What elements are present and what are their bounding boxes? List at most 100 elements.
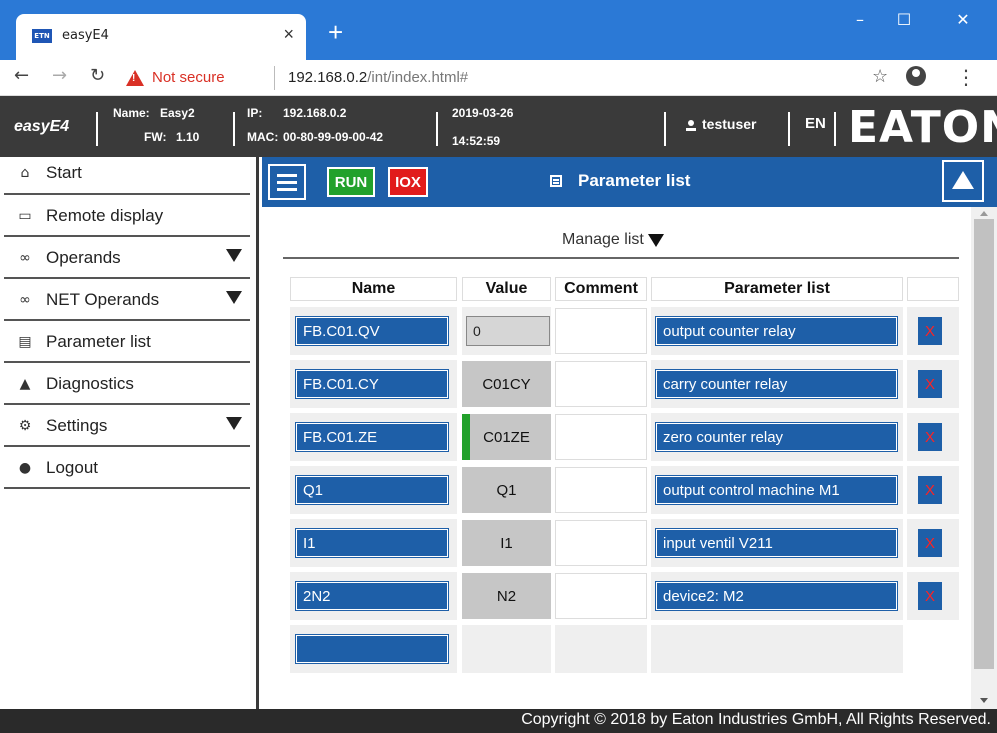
comment-cell <box>555 625 647 673</box>
sidebar-item-start[interactable]: ⌂ Start <box>0 157 256 195</box>
sidebar-item-remote-display[interactable]: ▭ Remote display <box>0 195 256 237</box>
sidebar: ⌂ Start ▭ Remote display ∞ Operands ∞ NE… <box>0 157 259 709</box>
maximize-icon[interactable]: ☐ <box>882 4 926 34</box>
url-host: 192.168.0.2 <box>288 69 368 86</box>
sidebar-item-net-operands[interactable]: ∞ NET Operands <box>0 279 256 321</box>
triangle-down-icon <box>647 233 664 247</box>
sidebar-item-label: Start <box>46 163 82 182</box>
firmware-label: FW: <box>144 130 167 144</box>
name-field[interactable]: 2N2 <box>295 581 449 611</box>
parameter-field[interactable]: zero counter relay <box>655 422 898 452</box>
value-cell: C01CY <box>462 361 551 407</box>
sidebar-item-parameter-list[interactable]: ▤ Parameter list <box>0 321 256 363</box>
name-field[interactable]: FB.C01.CY <box>295 369 449 399</box>
profile-icon[interactable] <box>906 66 926 86</box>
monitor-icon: ▭ <box>18 208 32 224</box>
comment-cell[interactable] <box>555 361 647 407</box>
device-name-value: Easy2 <box>160 106 195 120</box>
parameter-field[interactable]: output counter relay <box>655 316 898 346</box>
scroll-down-icon[interactable] <box>980 698 988 703</box>
manage-list-dropdown[interactable]: Manage list <box>562 231 664 249</box>
minimize-icon[interactable]: – <box>838 4 882 34</box>
header-divider <box>96 112 98 146</box>
glasses-icon: ∞ <box>19 250 31 266</box>
value-input[interactable]: 0 <box>466 316 550 346</box>
header-divider <box>788 112 790 146</box>
mac-label: MAC: <box>247 130 279 144</box>
sidebar-item-operands[interactable]: ∞ Operands <box>0 237 256 279</box>
name-field[interactable]: FB.C01.QV <box>295 316 449 346</box>
column-header-parameter-list: Parameter list <box>651 277 903 301</box>
address-bar: ← → ↻ ! Not secure 192.168.0.2/int/index… <box>0 60 997 96</box>
header-divider <box>233 112 235 146</box>
comment-cell[interactable] <box>555 573 647 619</box>
parameter-field[interactable]: input ventil V211 <box>655 528 898 558</box>
name-field[interactable]: Q1 <box>295 475 449 505</box>
value-cell: I1 <box>462 520 551 566</box>
browser-tab[interactable]: ETN easyE4 × <box>16 14 306 60</box>
security-indicator[interactable]: ! Not secure <box>126 69 225 86</box>
comment-cell[interactable] <box>555 520 647 566</box>
glasses-icon: ∞ <box>19 292 31 308</box>
chevron-down-icon[interactable] <box>226 417 242 430</box>
scrollbar[interactable] <box>971 207 997 709</box>
tab-close-icon[interactable]: × <box>283 24 294 45</box>
ip-label: IP: <box>247 106 263 120</box>
delete-button[interactable]: X <box>918 582 942 610</box>
scroll-up-icon[interactable] <box>980 211 988 216</box>
chevron-down-icon[interactable] <box>226 249 242 262</box>
back-icon[interactable]: ← <box>14 65 29 86</box>
header-divider <box>664 112 666 146</box>
time-value: 14:52:59 <box>452 134 501 148</box>
sidebar-item-label: NET Operands <box>46 290 160 309</box>
column-header-comment: Comment <box>555 277 647 301</box>
ip-value: 192.168.0.2 <box>283 106 347 120</box>
manage-list-label: Manage list <box>562 231 644 248</box>
active-indicator <box>462 414 470 460</box>
delete-button[interactable]: X <box>918 317 942 345</box>
scroll-top-button[interactable] <box>942 160 984 202</box>
parameter-field[interactable]: device2: M2 <box>655 581 898 611</box>
language-selector[interactable]: EN <box>805 115 826 132</box>
main-content: RUN IOX Parameter list Manage list Name … <box>262 157 997 709</box>
sidebar-item-logout[interactable]: ● Logout <box>0 447 256 489</box>
run-button[interactable]: RUN <box>327 167 375 197</box>
sidebar-item-diagnostics[interactable]: ▲ Diagnostics <box>0 363 256 405</box>
list-icon: ▤ <box>18 334 32 350</box>
warning-icon: ▲ <box>19 376 31 392</box>
reload-icon[interactable]: ↻ <box>90 65 105 86</box>
scrollbar-thumb[interactable] <box>974 219 994 669</box>
delete-button[interactable]: X <box>918 529 942 557</box>
favicon-icon: ETN <box>32 29 52 43</box>
header-divider <box>834 112 836 146</box>
name-field[interactable]: FB.C01.ZE <box>295 422 449 452</box>
chevron-down-icon[interactable] <box>226 291 242 304</box>
comment-cell[interactable] <box>555 308 647 354</box>
url-field[interactable]: 192.168.0.2/int/index.html# <box>288 69 468 86</box>
browser-menu-icon[interactable]: ⋮ <box>956 65 976 89</box>
delete-button[interactable]: X <box>918 423 942 451</box>
window-close-icon[interactable]: ✕ <box>941 4 985 34</box>
copyright-text: Copyright © 2018 by Eaton Industries Gmb… <box>521 711 991 728</box>
username[interactable]: testuser <box>702 116 756 132</box>
sidebar-item-settings[interactable]: ⚙ Settings <box>0 405 256 447</box>
firmware-value: 1.10 <box>176 130 200 144</box>
forward-icon[interactable]: → <box>52 65 67 86</box>
parameter-field[interactable]: output control machine M1 <box>655 475 898 505</box>
comment-cell[interactable] <box>555 414 647 460</box>
sidebar-item-label: Logout <box>46 458 98 477</box>
delete-button[interactable]: X <box>918 476 942 504</box>
delete-button[interactable]: X <box>918 370 942 398</box>
comment-cell[interactable] <box>555 467 647 513</box>
value-cell: C01ZE <box>462 414 551 460</box>
new-tab-icon[interactable]: + <box>328 19 343 45</box>
iox-button[interactable]: IOX <box>388 167 428 197</box>
bookmark-star-icon[interactable]: ☆ <box>872 66 888 87</box>
name-field[interactable]: I1 <box>295 528 449 558</box>
sidebar-item-label: Settings <box>46 416 108 435</box>
parameter-field[interactable]: carry counter relay <box>655 369 898 399</box>
user-icon: ● <box>18 460 32 476</box>
parameter-cell <box>651 625 903 673</box>
hamburger-menu-icon[interactable] <box>268 164 306 200</box>
new-name-field[interactable] <box>295 634 449 664</box>
